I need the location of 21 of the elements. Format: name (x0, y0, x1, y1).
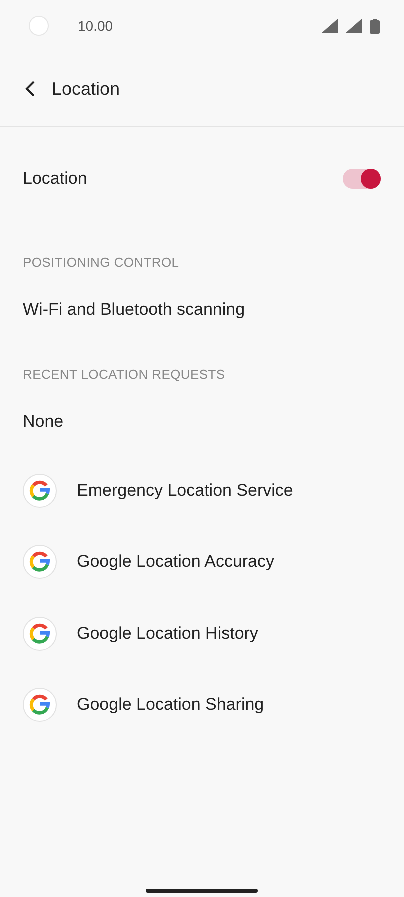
chevron-left-icon (24, 80, 36, 98)
signal-icon (322, 19, 338, 33)
battery-icon (370, 18, 380, 34)
page-title: Location (52, 78, 120, 100)
section-header: RECENT LOCATION REQUESTS (22, 366, 226, 384)
app-name[interactable]: Emergency Location Service (77, 480, 294, 501)
list-item[interactable]: Wi-Fi and Bluetooth scanning (23, 300, 246, 320)
app-icon (23, 545, 57, 580)
section-header: POSITIONING CONTROL (22, 254, 180, 272)
app-icon (23, 474, 57, 508)
app-name[interactable]: Google Location Accuracy (77, 552, 275, 572)
list-item[interactable]: None (23, 412, 64, 432)
status-time: 10.00 (78, 18, 114, 34)
toggle-label: Location (23, 169, 88, 189)
signal-icon (346, 19, 362, 33)
app-icon (23, 688, 57, 722)
app-icon (23, 616, 57, 651)
location-switch[interactable] (343, 169, 381, 189)
app-name[interactable]: Google Location History (77, 624, 258, 644)
camera-hole (30, 17, 48, 35)
app-name[interactable]: Google Location Sharing (77, 695, 264, 716)
